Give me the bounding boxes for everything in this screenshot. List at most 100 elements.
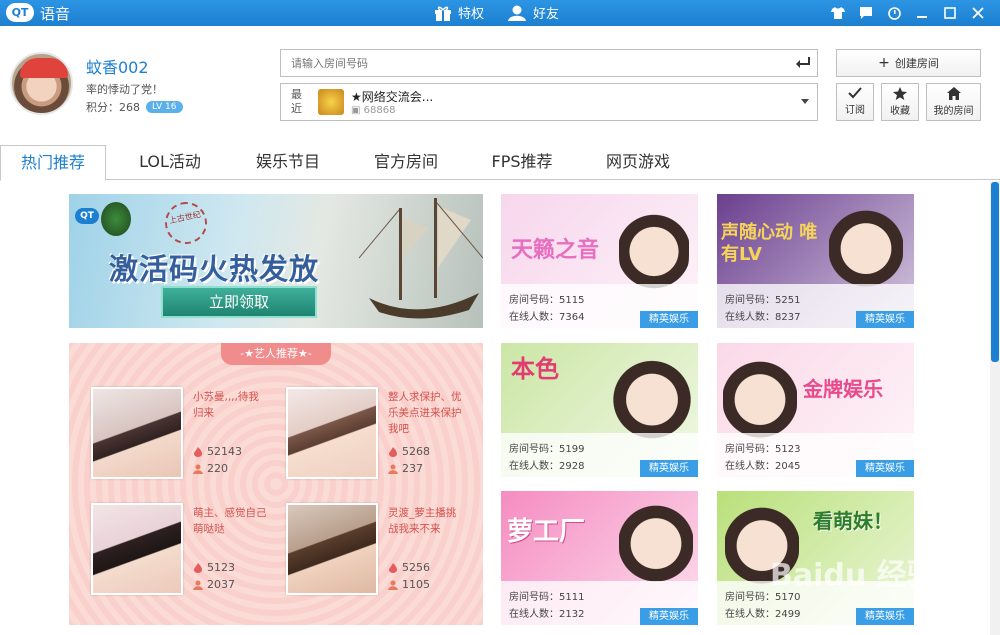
room-search-input[interactable] [281,50,771,76]
fire-icon [389,562,397,573]
check-icon [848,87,862,99]
room-number: 房间号码：5115 [509,295,585,306]
artist-fans: 1105 [388,578,430,591]
artist-card[interactable]: 萌主、感觉自己萌哒哒 5123 2037 [91,503,271,598]
artist-fans: 2037 [193,578,235,591]
my-room-label: 我的房间 [933,106,974,117]
message-button[interactable] [852,0,880,26]
room-search [280,49,818,77]
window-controls [824,0,992,26]
nav-privilege-label: 特权 [458,7,485,22]
home-icon [946,87,961,100]
artist-fans: 220 [193,462,228,475]
artist-photo [91,387,183,479]
close-icon [972,7,984,19]
room-thumbnail [318,89,344,115]
room-badge: 精英娱乐 [640,311,698,328]
enter-icon[interactable] [795,56,811,70]
fire-icon [194,562,202,573]
artist-photo [286,387,378,479]
user-icon [508,5,526,21]
artist-card[interactable]: 整人求保护、优乐美点进来保护我吧 5268 237 [286,387,466,482]
artist-likes: 5256 [388,561,430,574]
tab-hot[interactable]: 热门推荐 [0,145,106,181]
ship-illustration [359,198,483,319]
minimize-button[interactable] [908,0,936,26]
host-portrait [723,349,797,441]
app-window: QT 语音 特权 好友 蚊香002 率的悸动了党！ 积分：268 LV 16 请… [0,0,1000,635]
recent-room-name: ★网络交流会... [351,90,434,104]
person-icon [388,464,398,474]
nav-privilege[interactable]: 特权 [434,3,484,22]
artist-card[interactable]: 灵渡_萝主播挑战我来不来 5256 1105 [286,503,466,598]
plus-icon: + [878,55,890,71]
room-card[interactable]: 声随心动 唯有LV 房间号码：5251 在线人数：8237 精英娱乐 [717,194,914,328]
room-number: 房间号码：5123 [725,444,801,455]
artist-desc: 整人求保护、优乐美点进来保护我吧 [388,391,462,435]
nav-friends[interactable]: 好友 [507,3,559,22]
subscribe-button[interactable]: 订阅 [836,83,874,121]
artist-likes-value: 5256 [402,561,430,574]
room-card[interactable]: 天籁之音 房间号码：5115 在线人数：7364 精英娱乐 [501,194,698,328]
fire-icon [389,446,397,457]
chevron-down-icon[interactable] [801,99,809,104]
fire-icon [194,446,202,457]
room-badge: 精英娱乐 [856,311,914,328]
host-portrait [619,493,693,585]
room-online: 在线人数：2928 [509,461,585,472]
room-title: 声随心动 唯有LV [721,222,818,265]
room-title: 天籁之音 [511,238,600,263]
message-icon [860,7,872,19]
artist-header: -★艺人推荐★- [221,343,331,365]
create-room-label: 创建房间 [894,57,939,70]
recent-rooms-select[interactable]: 最近 ★网络交流会... ▣ 68868 [280,83,818,121]
maximize-button[interactable] [936,0,964,26]
user-name[interactable]: 蚊香002 [86,54,149,78]
tab-fps[interactable]: FPS推荐 [472,145,572,180]
tab-lol[interactable]: LOL活动 [120,145,220,180]
avatar[interactable] [10,52,73,115]
favorite-label: 收藏 [890,106,910,117]
recent-label: 最近 [291,88,302,115]
skin-button[interactable] [824,0,852,26]
room-title: 看萌妹！ [813,509,893,533]
minimize-icon [917,16,927,18]
artist-card[interactable]: 小苏曼,,,,待我归来 52143 220 [91,387,271,482]
settings-button[interactable] [880,0,908,26]
room-card[interactable]: 萝工厂 房间号码：5111 在线人数：2132 精英娱乐 [501,491,698,625]
create-room-button[interactable]: + 创建房间 [836,49,981,77]
room-number: 房间号码：5251 [725,295,801,306]
level-badge: LV 16 [146,101,183,113]
my-room-button[interactable]: 我的房间 [926,83,981,121]
watermark: Baidu 经验 [770,558,937,593]
artist-desc: 小苏曼,,,,待我归来 [193,391,259,419]
artist-likes: 5123 [193,561,235,574]
room-badge: 精英娱乐 [856,608,914,625]
host-portrait [829,198,903,290]
artist-fans-value: 1105 [402,578,430,591]
host-portrait [619,202,689,292]
scrollbar-thumb[interactable] [991,182,999,362]
room-card[interactable]: 本色 房间号码：5199 在线人数：2928 精英娱乐 [501,343,698,477]
person-icon [193,464,203,474]
claim-button[interactable]: 立即领取 [161,286,317,318]
promo-banner[interactable]: QT 上古世纪 激活码火热发放 立即领取 [69,194,483,328]
user-score: 积分：268 LV 16 [86,99,183,115]
recent-room-id: ▣ 68868 [351,105,396,116]
tab-web-games[interactable]: 网页游戏 [588,145,688,180]
room-card[interactable]: 金牌娱乐 房间号码：5123 在线人数：2045 精英娱乐 [717,343,914,477]
game-stamp: 上古世纪 [161,198,211,248]
artist-fans-value: 2037 [207,578,235,591]
star-icon [893,87,907,100]
room-online: 在线人数：2132 [509,609,585,620]
favorite-button[interactable]: 收藏 [881,83,919,121]
tab-entertainment[interactable]: 娱乐节目 [238,145,338,180]
tab-official[interactable]: 官方房间 [356,145,456,180]
scrollbar[interactable] [990,181,1000,635]
artist-likes-value: 5123 [207,561,235,574]
room-title: 金牌娱乐 [803,377,883,401]
category-tabs: 热门推荐 LOL活动 娱乐节目 官方房间 FPS推荐 网页游戏 [0,145,1000,181]
person-icon [193,580,203,590]
close-button[interactable] [964,0,992,26]
artist-likes-value: 52143 [207,445,242,458]
